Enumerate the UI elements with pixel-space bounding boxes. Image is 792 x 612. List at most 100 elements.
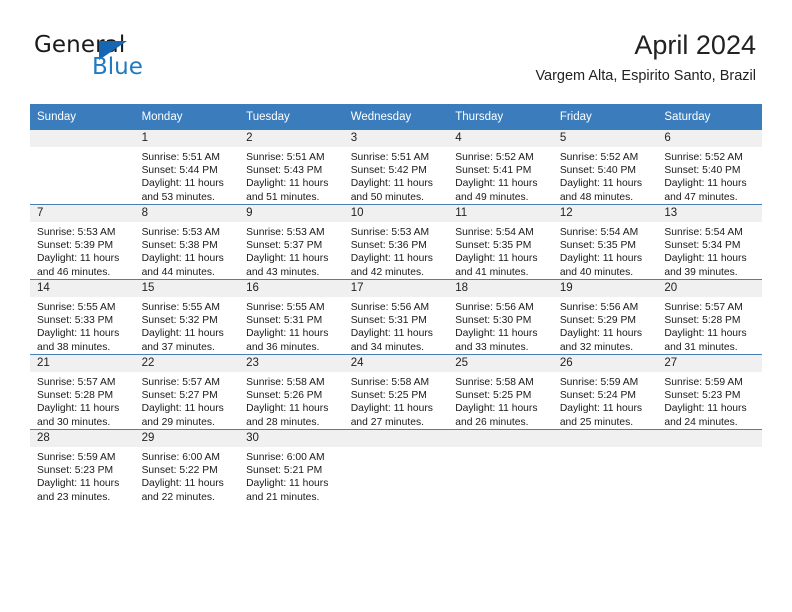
day-details: Sunrise: 5:52 AM Sunset: 5:40 PM Dayligh…: [553, 147, 658, 204]
calendar-day-cell[interactable]: 24 Sunrise: 5:58 AM Sunset: 5:25 PM Dayl…: [343, 354, 449, 430]
daylight-line-2: and 50 minutes.: [350, 191, 424, 203]
calendar-day-cell[interactable]: 15 Sunrise: 5:55 AM Sunset: 5:32 PM Dayl…: [134, 279, 240, 355]
calendar-day-cell[interactable]: 20 Sunrise: 5:57 AM Sunset: 5:28 PM Dayl…: [657, 279, 762, 355]
calendar-day-cell[interactable]: 14 Sunrise: 5:55 AM Sunset: 5:33 PM Dayl…: [30, 279, 135, 355]
daylight-line-2: and 28 minutes.: [246, 416, 320, 428]
daylight-line-2: and 41 minutes.: [455, 266, 529, 278]
calendar-day-cell[interactable]: 13 Sunrise: 5:54 AM Sunset: 5:34 PM Dayl…: [657, 204, 762, 280]
sunrise-line: Sunrise: 5:59 AM: [664, 377, 743, 388]
calendar-day-cell[interactable]: 22 Sunrise: 5:57 AM Sunset: 5:27 PM Dayl…: [134, 354, 240, 430]
daylight-line-1: Daylight: 11 hours: [246, 253, 329, 265]
calendar-day-cell[interactable]: 25 Sunrise: 5:58 AM Sunset: 5:25 PM Dayl…: [448, 354, 553, 430]
location-subtitle: Vargem Alta, Espirito Santo, Brazil: [535, 68, 756, 84]
sunrise-line: Sunrise: 5:54 AM: [559, 227, 639, 238]
weekday-header-sunday: Sunday: [30, 104, 135, 130]
calendar-day-cell[interactable]: 10 Sunrise: 5:53 AM Sunset: 5:36 PM Dayl…: [343, 204, 449, 280]
daylight-line-2: and 37 minutes.: [141, 341, 215, 353]
daylight-line-1: Daylight: 11 hours: [350, 253, 433, 265]
daylight-line-1: Daylight: 11 hours: [141, 328, 224, 340]
day-number: 13: [657, 205, 762, 222]
calendar-day-cell[interactable]: 11 Sunrise: 5:54 AM Sunset: 5:35 PM Dayl…: [448, 204, 553, 280]
sunset-line: Sunset: 5:29 PM: [559, 315, 636, 327]
sunrise-line: Sunrise: 5:58 AM: [350, 377, 430, 388]
daylight-line-1: Daylight: 11 hours: [37, 328, 120, 340]
sunset-line: Sunset: 5:44 PM: [141, 165, 218, 177]
calendar-day-cell[interactable]: 30 Sunrise: 6:00 AM Sunset: 5:21 PM Dayl…: [239, 429, 344, 504]
calendar-week-row: 1 Sunrise: 5:51 AM Sunset: 5:44 PM Dayli…: [30, 130, 762, 205]
day-details: [344, 447, 449, 451]
calendar-day-cell[interactable]: 1 Sunrise: 5:51 AM Sunset: 5:44 PM Dayli…: [134, 130, 240, 205]
calendar-day-cell[interactable]: [448, 429, 553, 504]
daylight-line-1: Daylight: 11 hours: [559, 178, 643, 190]
sunset-line: Sunset: 5:23 PM: [664, 390, 741, 402]
calendar-day-cell[interactable]: 8 Sunrise: 5:53 AM Sunset: 5:38 PM Dayli…: [134, 204, 240, 280]
calendar-day-cell[interactable]: 17 Sunrise: 5:56 AM Sunset: 5:31 PM Dayl…: [343, 279, 449, 355]
daylight-line-2: and 51 minutes.: [246, 191, 320, 203]
sunrise-line: Sunrise: 5:57 AM: [664, 302, 743, 313]
sunrise-line: Sunrise: 6:00 AM: [246, 452, 325, 463]
day-number: 20: [657, 280, 762, 297]
daylight-line-2: and 34 minutes.: [350, 341, 424, 353]
day-number: 19: [552, 280, 658, 297]
calendar-day-cell[interactable]: 28 Sunrise: 5:59 AM Sunset: 5:23 PM Dayl…: [30, 429, 135, 504]
day-number: 24: [343, 355, 449, 372]
calendar-day-cell[interactable]: 6 Sunrise: 5:52 AM Sunset: 5:40 PM Dayli…: [657, 130, 762, 205]
day-details: [448, 447, 553, 451]
calendar-day-cell[interactable]: 16 Sunrise: 5:55 AM Sunset: 5:31 PM Dayl…: [239, 279, 344, 355]
daylight-line-2: and 29 minutes.: [141, 416, 215, 428]
calendar-day-cell[interactable]: 26 Sunrise: 5:59 AM Sunset: 5:24 PM Dayl…: [552, 354, 658, 430]
calendar-day-cell[interactable]: 3 Sunrise: 5:51 AM Sunset: 5:42 PM Dayli…: [343, 130, 449, 205]
sunset-line: Sunset: 5:33 PM: [37, 315, 114, 327]
sunset-line: Sunset: 5:28 PM: [664, 315, 741, 327]
daylight-line-2: and 32 minutes.: [559, 341, 634, 353]
calendar-day-cell[interactable]: 12 Sunrise: 5:54 AM Sunset: 5:35 PM Dayl…: [552, 204, 658, 280]
day-details: Sunrise: 5:55 AM Sunset: 5:33 PM Dayligh…: [30, 297, 135, 354]
calendar-day-cell[interactable]: [30, 130, 135, 205]
day-details: Sunrise: 5:59 AM Sunset: 5:23 PM Dayligh…: [657, 372, 762, 429]
calendar-day-cell[interactable]: 7 Sunrise: 5:53 AM Sunset: 5:39 PM Dayli…: [30, 204, 135, 280]
daylight-line-1: Daylight: 11 hours: [559, 403, 643, 415]
sunset-line: Sunset: 5:43 PM: [246, 165, 323, 177]
weekday-header-wednesday: Wednesday: [343, 104, 449, 130]
sunset-line: Sunset: 5:35 PM: [559, 240, 636, 252]
daylight-line-1: Daylight: 11 hours: [559, 328, 643, 340]
day-number: 16: [239, 280, 344, 297]
calendar-day-cell[interactable]: 21 Sunrise: 5:57 AM Sunset: 5:28 PM Dayl…: [30, 354, 135, 430]
sunset-line: Sunset: 5:32 PM: [141, 315, 218, 327]
day-number: 29: [134, 430, 240, 447]
day-details: Sunrise: 5:54 AM Sunset: 5:35 PM Dayligh…: [553, 222, 658, 279]
calendar-day-cell[interactable]: 9 Sunrise: 5:53 AM Sunset: 5:37 PM Dayli…: [239, 204, 344, 280]
sunrise-line: Sunrise: 5:53 AM: [141, 227, 220, 238]
calendar-day-cell[interactable]: 23 Sunrise: 5:58 AM Sunset: 5:26 PM Dayl…: [239, 354, 344, 430]
calendar-day-cell[interactable]: 27 Sunrise: 5:59 AM Sunset: 5:23 PM Dayl…: [657, 354, 762, 430]
sunset-line: Sunset: 5:27 PM: [141, 390, 218, 402]
calendar-day-cell[interactable]: 29 Sunrise: 6:00 AM Sunset: 5:22 PM Dayl…: [134, 429, 240, 504]
day-details: Sunrise: 5:55 AM Sunset: 5:31 PM Dayligh…: [239, 297, 344, 354]
day-number: 30: [239, 430, 344, 447]
day-details: Sunrise: 5:57 AM Sunset: 5:28 PM Dayligh…: [30, 372, 135, 429]
calendar-day-cell[interactable]: [343, 429, 449, 504]
sunset-line: Sunset: 5:23 PM: [37, 465, 114, 477]
sunset-line: Sunset: 5:42 PM: [350, 165, 427, 177]
day-details: Sunrise: 5:58 AM Sunset: 5:26 PM Dayligh…: [239, 372, 344, 429]
daylight-line-1: Daylight: 11 hours: [350, 178, 433, 190]
sunrise-line: Sunrise: 5:52 AM: [455, 152, 534, 163]
sunrise-line: Sunrise: 5:56 AM: [559, 302, 639, 313]
calendar-day-cell[interactable]: 4 Sunrise: 5:52 AM Sunset: 5:41 PM Dayli…: [448, 130, 553, 205]
calendar-day-cell[interactable]: 5 Sunrise: 5:52 AM Sunset: 5:40 PM Dayli…: [552, 130, 658, 205]
page-header: General Blue April 2024 Vargem Alta, Esp…: [0, 0, 792, 100]
sunset-line: Sunset: 5:21 PM: [246, 465, 323, 477]
weekday-header-friday: Friday: [552, 104, 658, 130]
sunset-line: Sunset: 5:30 PM: [455, 315, 532, 327]
calendar-day-cell[interactable]: 19 Sunrise: 5:56 AM Sunset: 5:29 PM Dayl…: [552, 279, 658, 355]
calendar-day-cell[interactable]: 2 Sunrise: 5:51 AM Sunset: 5:43 PM Dayli…: [239, 130, 344, 205]
calendar-day-cell[interactable]: 18 Sunrise: 5:56 AM Sunset: 5:30 PM Dayl…: [448, 279, 553, 355]
calendar-day-cell[interactable]: [552, 429, 658, 504]
sunrise-line: Sunrise: 5:59 AM: [37, 452, 116, 463]
sunset-line: Sunset: 5:39 PM: [37, 240, 114, 252]
day-details: Sunrise: 5:51 AM Sunset: 5:42 PM Dayligh…: [344, 147, 449, 204]
daylight-line-1: Daylight: 11 hours: [664, 328, 747, 340]
calendar-day-cell[interactable]: [657, 429, 762, 504]
sunrise-line: Sunrise: 5:52 AM: [664, 152, 743, 163]
daylight-line-1: Daylight: 11 hours: [455, 253, 538, 265]
